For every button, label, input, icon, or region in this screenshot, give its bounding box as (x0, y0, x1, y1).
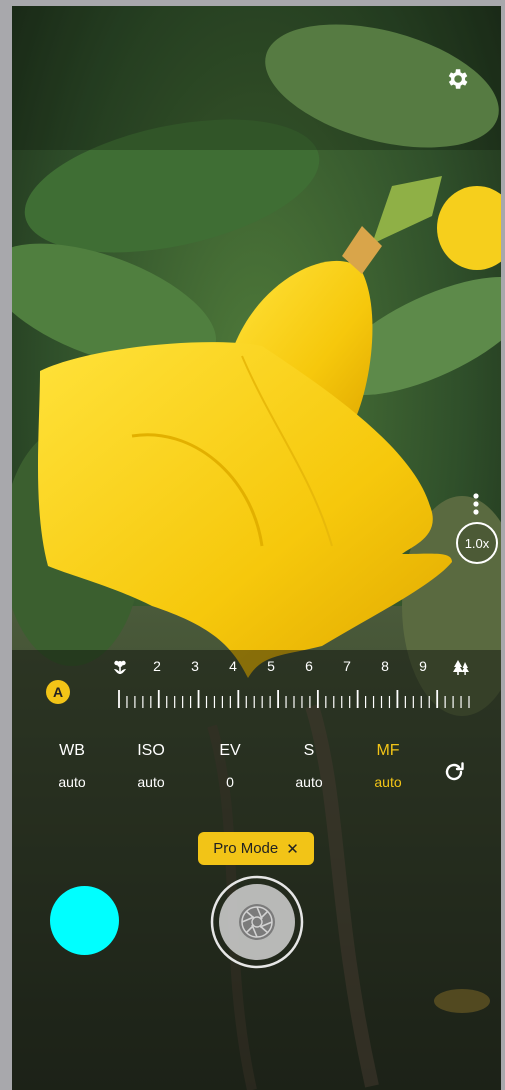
focus-scale-number: 8 (381, 658, 389, 674)
param-mf-label: MF (376, 742, 400, 759)
focus-scale-number: 3 (191, 658, 199, 674)
zoom-button[interactable]: 1.0x (456, 522, 498, 564)
camera-viewfinder[interactable]: 1.0x A 2 3 4 5 6 7 8 9 WB auto ISO auto … (12, 6, 501, 1090)
focus-scale-number: 9 (419, 658, 427, 674)
param-ev[interactable]: EV 0 (195, 742, 265, 790)
param-wb[interactable]: WB auto (37, 742, 107, 790)
focus-scale-number: 6 (305, 658, 313, 674)
param-ev-value: 0 (226, 774, 234, 790)
focus-distance-slider[interactable] (118, 688, 470, 710)
param-s-label: S (303, 742, 315, 759)
pro-controls-panel (12, 650, 501, 1090)
param-mf[interactable]: MF auto (353, 742, 423, 790)
param-iso[interactable]: ISO auto (116, 742, 186, 790)
vertical-dots-icon[interactable] (472, 492, 480, 516)
tree-landscape-icon (453, 660, 469, 675)
shutter-button[interactable] (210, 875, 304, 969)
param-s-value: auto (295, 774, 323, 790)
param-s[interactable]: S auto (274, 742, 344, 790)
pro-mode-chip[interactable]: Pro Mode ✕ (198, 832, 314, 865)
reset-icon[interactable] (442, 760, 466, 784)
gear-icon[interactable] (444, 66, 470, 92)
param-wb-label: WB (59, 742, 85, 759)
focus-auto-badge[interactable]: A (46, 680, 70, 704)
param-iso-label: ISO (137, 742, 165, 759)
top-bar (12, 6, 501, 150)
gallery-thumbnail[interactable] (50, 886, 119, 955)
focus-scale-number: 7 (343, 658, 351, 674)
aperture-icon (239, 904, 275, 940)
param-wb-value: auto (58, 774, 86, 790)
focus-scale-number: 5 (267, 658, 275, 674)
focus-scale-number: 2 (153, 658, 161, 674)
pro-mode-label: Pro Mode (213, 840, 279, 857)
param-iso-value: auto (137, 774, 165, 790)
close-icon[interactable]: ✕ (286, 840, 299, 858)
focus-scale-number: 4 (229, 658, 237, 674)
param-mf-value: auto (374, 774, 402, 790)
param-ev-label: EV (219, 742, 241, 759)
flower-macro-icon (114, 660, 126, 674)
